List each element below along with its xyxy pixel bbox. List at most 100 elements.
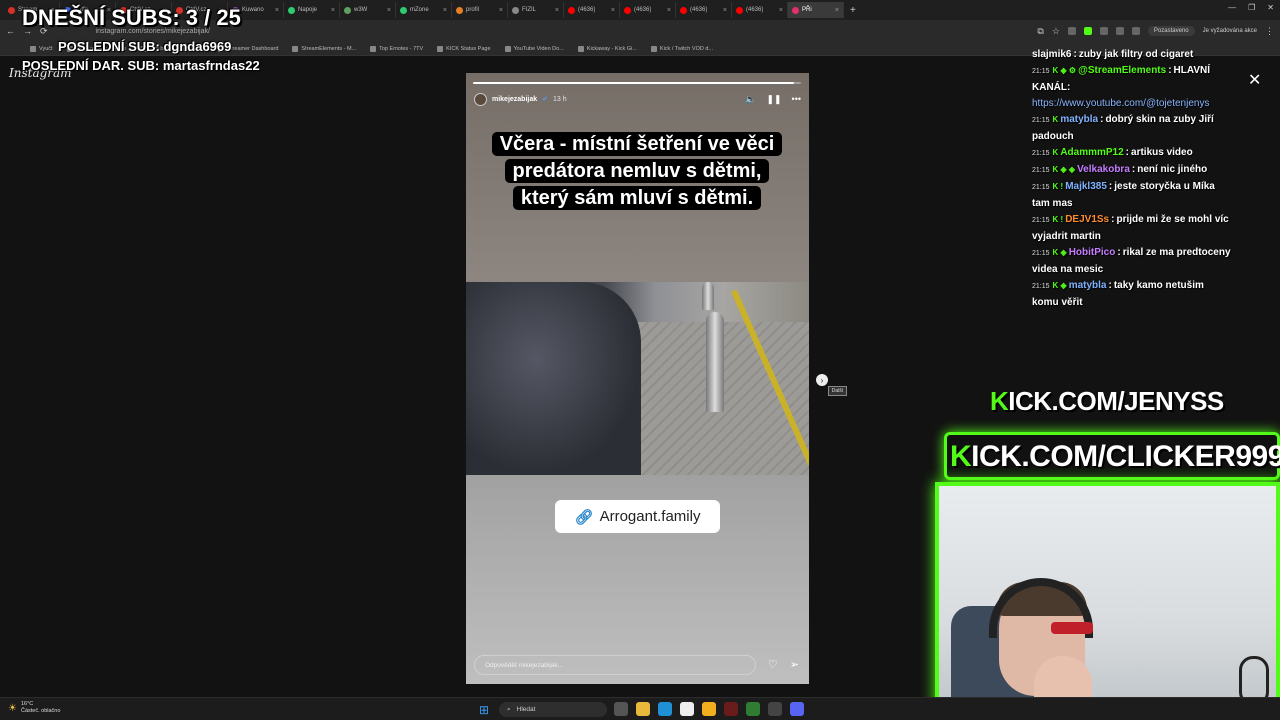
chat-username[interactable]: AdammmP12 bbox=[1060, 147, 1123, 158]
pause-icon[interactable]: ❚❚ bbox=[766, 94, 781, 105]
browser-tab[interactable]: Napoje × bbox=[284, 2, 340, 18]
bookmark-star-icon[interactable]: ☆ bbox=[1052, 26, 1060, 37]
chat-username[interactable]: matybla bbox=[1069, 280, 1107, 291]
taskbar-search[interactable]: ⌕ Hledat bbox=[499, 702, 607, 717]
reply-input[interactable]: Odpovědět mikejezabijak... bbox=[474, 655, 756, 675]
bookmark-item[interactable]: StreamElements - M... bbox=[292, 45, 356, 52]
maximize-icon[interactable]: ❐ bbox=[1248, 3, 1255, 12]
tab-close-icon[interactable]: × bbox=[443, 7, 447, 14]
browser-tab[interactable]: PŘi × bbox=[788, 2, 844, 18]
chat-message: 21:15 K ! Majkl385: jeste storyčka u Míka t… bbox=[1032, 179, 1232, 212]
tab-close-icon[interactable]: × bbox=[331, 7, 335, 14]
obs-icon[interactable] bbox=[724, 702, 738, 716]
bookmark-item[interactable]: Kickaway - Kick Gi... bbox=[577, 45, 637, 52]
kick-extension-icon[interactable] bbox=[1083, 27, 1092, 35]
back-icon[interactable]: ← bbox=[6, 26, 15, 36]
tab-label: (4636) bbox=[634, 7, 652, 13]
story-header: mikejezabijak ✔ 13 h 🔈 ❚❚ ••• bbox=[474, 91, 801, 107]
send-icon[interactable]: ➢ bbox=[790, 658, 799, 671]
mute-icon[interactable]: 🔈 bbox=[745, 94, 756, 105]
chat-username[interactable]: DEJV1Ss bbox=[1065, 214, 1109, 225]
story-viewer[interactable]: mikejezabijak ✔ 13 h 🔈 ❚❚ ••• Včera - mí… bbox=[466, 73, 809, 684]
chat-message: 21:15 K ◈ matybla: taky kamo netušim komu v… bbox=[1032, 278, 1232, 311]
browser-tab[interactable]: (4636) × bbox=[732, 2, 788, 18]
chat-separator: : bbox=[1111, 214, 1115, 225]
chrome-icon[interactable] bbox=[702, 702, 716, 716]
weather-icon: ☀ bbox=[8, 702, 17, 714]
taskbar-apps bbox=[614, 702, 804, 716]
chat-badges-icon: K ◈ bbox=[1052, 248, 1067, 257]
tab-close-icon[interactable]: × bbox=[387, 7, 391, 14]
browser-tab[interactable]: profil × bbox=[452, 2, 508, 18]
extension-icon[interactable] bbox=[1115, 27, 1124, 35]
heart-icon[interactable]: ♡ bbox=[768, 658, 778, 671]
bookmark-item[interactable]: Kick / Twitch VOD d... bbox=[650, 45, 713, 52]
menu-dots-icon[interactable]: ⋮ bbox=[1265, 26, 1274, 37]
chat-timestamp: 21:15 bbox=[1032, 217, 1050, 224]
chat-link[interactable]: https://www.youtube.com/@tojetenjenys bbox=[1032, 98, 1209, 109]
profile-button[interactable]: Pozastaveno bbox=[1147, 26, 1195, 36]
tab-label: PŘi bbox=[802, 7, 812, 13]
browser-tab[interactable]: (4636) × bbox=[564, 2, 620, 18]
tab-close-icon[interactable]: × bbox=[835, 7, 839, 14]
chat-username[interactable]: @StreamElements bbox=[1078, 65, 1166, 76]
browser-tab[interactable]: (4636) × bbox=[676, 2, 732, 18]
file-explorer-icon[interactable] bbox=[636, 702, 650, 716]
chat-timestamp: 21:15 bbox=[1032, 68, 1050, 75]
tab-close-icon[interactable]: × bbox=[555, 7, 559, 14]
avatar[interactable] bbox=[474, 92, 487, 106]
browser-tab[interactable]: w3W × bbox=[340, 2, 396, 18]
bookmark-favicon-icon bbox=[370, 45, 377, 52]
new-tab-button[interactable]: + bbox=[844, 5, 862, 16]
edge-icon[interactable] bbox=[658, 702, 672, 716]
chat-badges-icon: K bbox=[1052, 115, 1059, 124]
extension-icon[interactable] bbox=[1099, 27, 1108, 35]
app-icon[interactable] bbox=[768, 702, 782, 716]
chat-username[interactable]: slajmik6 bbox=[1032, 49, 1071, 60]
chrome-profile-icon[interactable] bbox=[746, 702, 760, 716]
store-icon[interactable] bbox=[680, 702, 694, 716]
tab-close-icon[interactable]: × bbox=[499, 7, 503, 14]
extension-icon[interactable] bbox=[1131, 27, 1140, 35]
taskbar: ☀ 16°C Částeč. oblačno ⊞ ⌕ Hledat bbox=[0, 697, 1280, 720]
minimize-icon[interactable]: — bbox=[1228, 3, 1236, 12]
browser-tab[interactable]: mZone × bbox=[396, 2, 452, 18]
chat-username[interactable]: matybla bbox=[1060, 114, 1098, 125]
bookmark-label: YouTube Video Do... bbox=[513, 45, 564, 52]
windows-start-icon[interactable]: ⊞ bbox=[479, 703, 489, 717]
extension-icon[interactable] bbox=[1067, 27, 1076, 35]
chat-username[interactable]: Velkakobra bbox=[1077, 164, 1130, 175]
task-view-icon[interactable] bbox=[614, 702, 628, 716]
webcam-frame bbox=[935, 482, 1280, 720]
chat-username[interactable]: HobitPico bbox=[1069, 247, 1116, 258]
chat-message: 21:15 K ◈ ◈ Velkakobra: není nic jiného bbox=[1032, 162, 1232, 179]
browser-tab[interactable]: FIZIL × bbox=[508, 2, 564, 18]
tab-close-icon[interactable]: × bbox=[275, 7, 279, 14]
bookmark-item[interactable]: YouTube Video Do... bbox=[504, 45, 564, 52]
tab-favicon-icon bbox=[456, 6, 463, 14]
weather-widget[interactable]: ☀ 16°C Částeč. oblačno bbox=[8, 701, 60, 715]
bollard-image bbox=[702, 282, 714, 310]
chat-message: slajmik6: zuby jak filtry od cigaret bbox=[1032, 47, 1232, 63]
story-username[interactable]: mikejezabijak bbox=[492, 96, 537, 103]
close-story-icon[interactable]: ✕ bbox=[1248, 70, 1261, 90]
close-window-icon[interactable]: ✕ bbox=[1267, 3, 1274, 12]
discord-icon[interactable] bbox=[790, 702, 804, 716]
next-story-chevron-icon[interactable]: › bbox=[816, 374, 828, 386]
link-sticker[interactable]: 🔗︎ Arrogant.family bbox=[555, 500, 720, 533]
browser-tab[interactable]: (4636) × bbox=[620, 2, 676, 18]
tab-close-icon[interactable]: × bbox=[611, 7, 615, 14]
tab-close-icon[interactable]: × bbox=[667, 7, 671, 14]
tab-close-icon[interactable]: × bbox=[779, 7, 783, 14]
chat-username[interactable]: Majkl385 bbox=[1065, 181, 1107, 192]
bookmark-item[interactable]: KICK Status Page bbox=[437, 45, 491, 52]
bookmark-item[interactable]: Vyučt bbox=[30, 45, 53, 52]
profile-note[interactable]: Je vyžadována akce bbox=[1203, 28, 1257, 34]
screen: Stream × Betfe × CtrlV.cz × CtrlV.cz × Kuwano × Na… bbox=[0, 0, 1280, 720]
cast-icon[interactable]: ⧉ bbox=[1037, 26, 1043, 37]
more-options-icon[interactable]: ••• bbox=[792, 94, 801, 105]
chat-badges-icon: K ◈ ⚙ bbox=[1052, 66, 1077, 75]
tab-close-icon[interactable]: × bbox=[723, 7, 727, 14]
bookmark-item[interactable]: Top Emotes - 7TV bbox=[370, 45, 423, 52]
tab-favicon-icon bbox=[792, 6, 799, 14]
